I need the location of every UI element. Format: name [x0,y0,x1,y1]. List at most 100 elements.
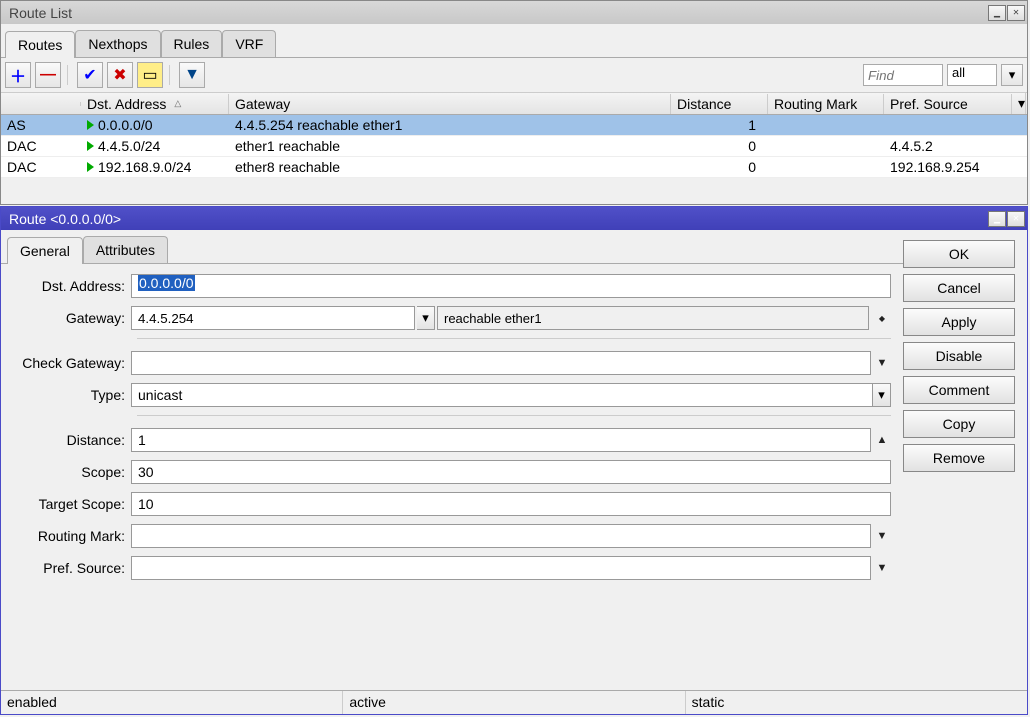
table-row[interactable]: DAC 4.4.5.0/24 ether1 reachable 0 4.4.5.… [1,136,1027,157]
comment-button[interactable]: Comment [903,376,1015,404]
statusbar: enabled active static [1,690,1027,714]
title-buttons: ▁ ✕ [987,211,1025,227]
tab-label: Nexthops [88,36,147,52]
cancel-button[interactable]: Cancel [903,274,1015,302]
tab-rules[interactable]: Rules [161,30,223,57]
tab-nexthops[interactable]: Nexthops [75,30,160,57]
dst-address-input[interactable]: 0.0.0.0/0 [131,274,891,298]
col-label: Gateway [235,96,290,112]
row-routing-mark [768,124,884,126]
apply-button[interactable]: Apply [903,308,1015,336]
row-flags: DAC [1,158,81,176]
label-type: Type: [7,387,131,403]
tab-attributes[interactable]: Attributes [83,236,168,263]
minimize-button[interactable]: ▁ [988,211,1006,227]
disable-button[interactable]: ✖ [107,62,133,88]
button-column: OK Cancel Apply Disable Comment Copy Rem… [903,230,1027,690]
distance-collapse[interactable]: ▲ [873,428,891,452]
titlebar-route-list[interactable]: Route List ▁ ✕ [1,1,1027,24]
add-button[interactable]: ＋ [5,62,31,88]
label-distance: Distance: [7,432,131,448]
check-gateway-input[interactable] [131,351,871,375]
gateway-input[interactable] [131,306,415,330]
separator [137,338,891,339]
copy-button[interactable]: Copy [903,410,1015,438]
gateway-dropdown-button[interactable]: ▾ [417,306,435,330]
row-target-scope: Target Scope: [7,492,891,516]
target-scope-input[interactable] [131,492,891,516]
filter-all-select[interactable]: all [947,64,997,86]
row-routing-mark: Routing Mark: ▼ [7,524,891,548]
gateway-status-text: reachable ether1 [444,311,542,326]
label-routing-mark: Routing Mark: [7,528,131,544]
label-pref-source: Pref. Source: [7,560,131,576]
tab-routes[interactable]: Routes [5,31,75,58]
row-type: Type: ▾ [7,383,891,407]
find-input[interactable] [863,64,943,86]
separator [137,415,891,416]
check-gateway-expand[interactable]: ▼ [873,351,891,375]
status-enabled: enabled [1,691,343,714]
filter-button[interactable]: ▼ [179,62,205,88]
routing-mark-input[interactable] [131,524,871,548]
col-label: Pref. Source [890,96,968,112]
tab-general[interactable]: General [7,237,83,264]
col-gateway[interactable]: Gateway [229,94,671,114]
filter-dropdown-button[interactable]: ▾ [1001,64,1023,86]
enable-button[interactable]: ✔ [77,62,103,88]
label-check-gateway: Check Gateway: [7,355,131,371]
route-active-icon [87,141,94,151]
minimize-button[interactable]: ▁ [988,5,1006,21]
scope-input[interactable] [131,460,891,484]
row-pref-source: 192.168.9.254 [884,158,1012,176]
route-list-window: Route List ▁ ✕ Routes Nexthops Rules VRF… [0,0,1028,205]
tab-label: General [20,243,70,259]
table-row[interactable]: AS 0.0.0.0/0 4.4.5.254 reachable ether1 … [1,115,1027,136]
window-body: General Attributes Dst. Address: 0.0.0.0… [1,230,1027,690]
close-button[interactable]: ✕ [1007,5,1025,21]
tab-label: Attributes [96,242,155,258]
route-active-icon [87,162,94,172]
dst-address-value: 0.0.0.0/0 [138,275,195,291]
routes-table: Dst. Address△ Gateway Distance Routing M… [1,93,1027,178]
titlebar-route-detail[interactable]: Route <0.0.0.0/0> ▁ ✕ [1,207,1027,230]
sort-indicator-icon: △ [174,98,181,109]
gateway-field-group: ▾ reachable ether1 ◆ [131,306,891,330]
close-button[interactable]: ✕ [1007,211,1025,227]
ok-button[interactable]: OK [903,240,1015,268]
remove-button[interactable]: — [35,62,61,88]
table-row[interactable]: DAC 192.168.9.0/24 ether8 reachable 0 19… [1,157,1027,178]
type-dropdown-button[interactable]: ▾ [873,383,891,407]
tab-vrf[interactable]: VRF [222,30,276,57]
pref-source-input[interactable] [131,556,871,580]
distance-input[interactable] [131,428,871,452]
tabs-route-detail: General Attributes [1,230,903,264]
label-scope: Scope: [7,464,131,480]
general-form: Dst. Address: 0.0.0.0/0 Gateway: ▾ reach… [1,264,903,580]
comment-button[interactable]: ▭ [137,62,163,88]
col-pref-source[interactable]: Pref. Source [884,94,1012,114]
remove-button[interactable]: Remove [903,444,1015,472]
tab-label: Routes [18,37,62,53]
toolbar: ＋ — ✔ ✖ ▭ ▼ all ▾ [1,58,1027,93]
routing-mark-expand[interactable]: ▼ [873,524,891,548]
col-dst-address[interactable]: Dst. Address△ [81,94,229,114]
col-distance[interactable]: Distance [671,94,768,114]
gateway-add-remove[interactable]: ◆ [873,306,891,330]
col-label: Routing Mark [774,96,857,112]
row-routing-mark [768,166,884,168]
disable-button[interactable]: Disable [903,342,1015,370]
row-dst-text: 0.0.0.0/0 [98,117,153,133]
pref-source-expand[interactable]: ▼ [873,556,891,580]
row-pref-source: Pref. Source: ▼ [7,556,891,580]
tab-label: Rules [174,36,210,52]
row-dst: 192.168.9.0/24 [81,158,229,176]
type-input[interactable] [131,383,873,407]
row-dst: 4.4.5.0/24 [81,137,229,155]
col-menu[interactable]: ▾ [1012,93,1026,114]
row-gateway: ether8 reachable [229,158,671,176]
route-active-icon [87,120,94,130]
col-routing-mark[interactable]: Routing Mark [768,94,884,114]
label-target-scope: Target Scope: [7,496,131,512]
col-flags[interactable] [1,102,81,106]
